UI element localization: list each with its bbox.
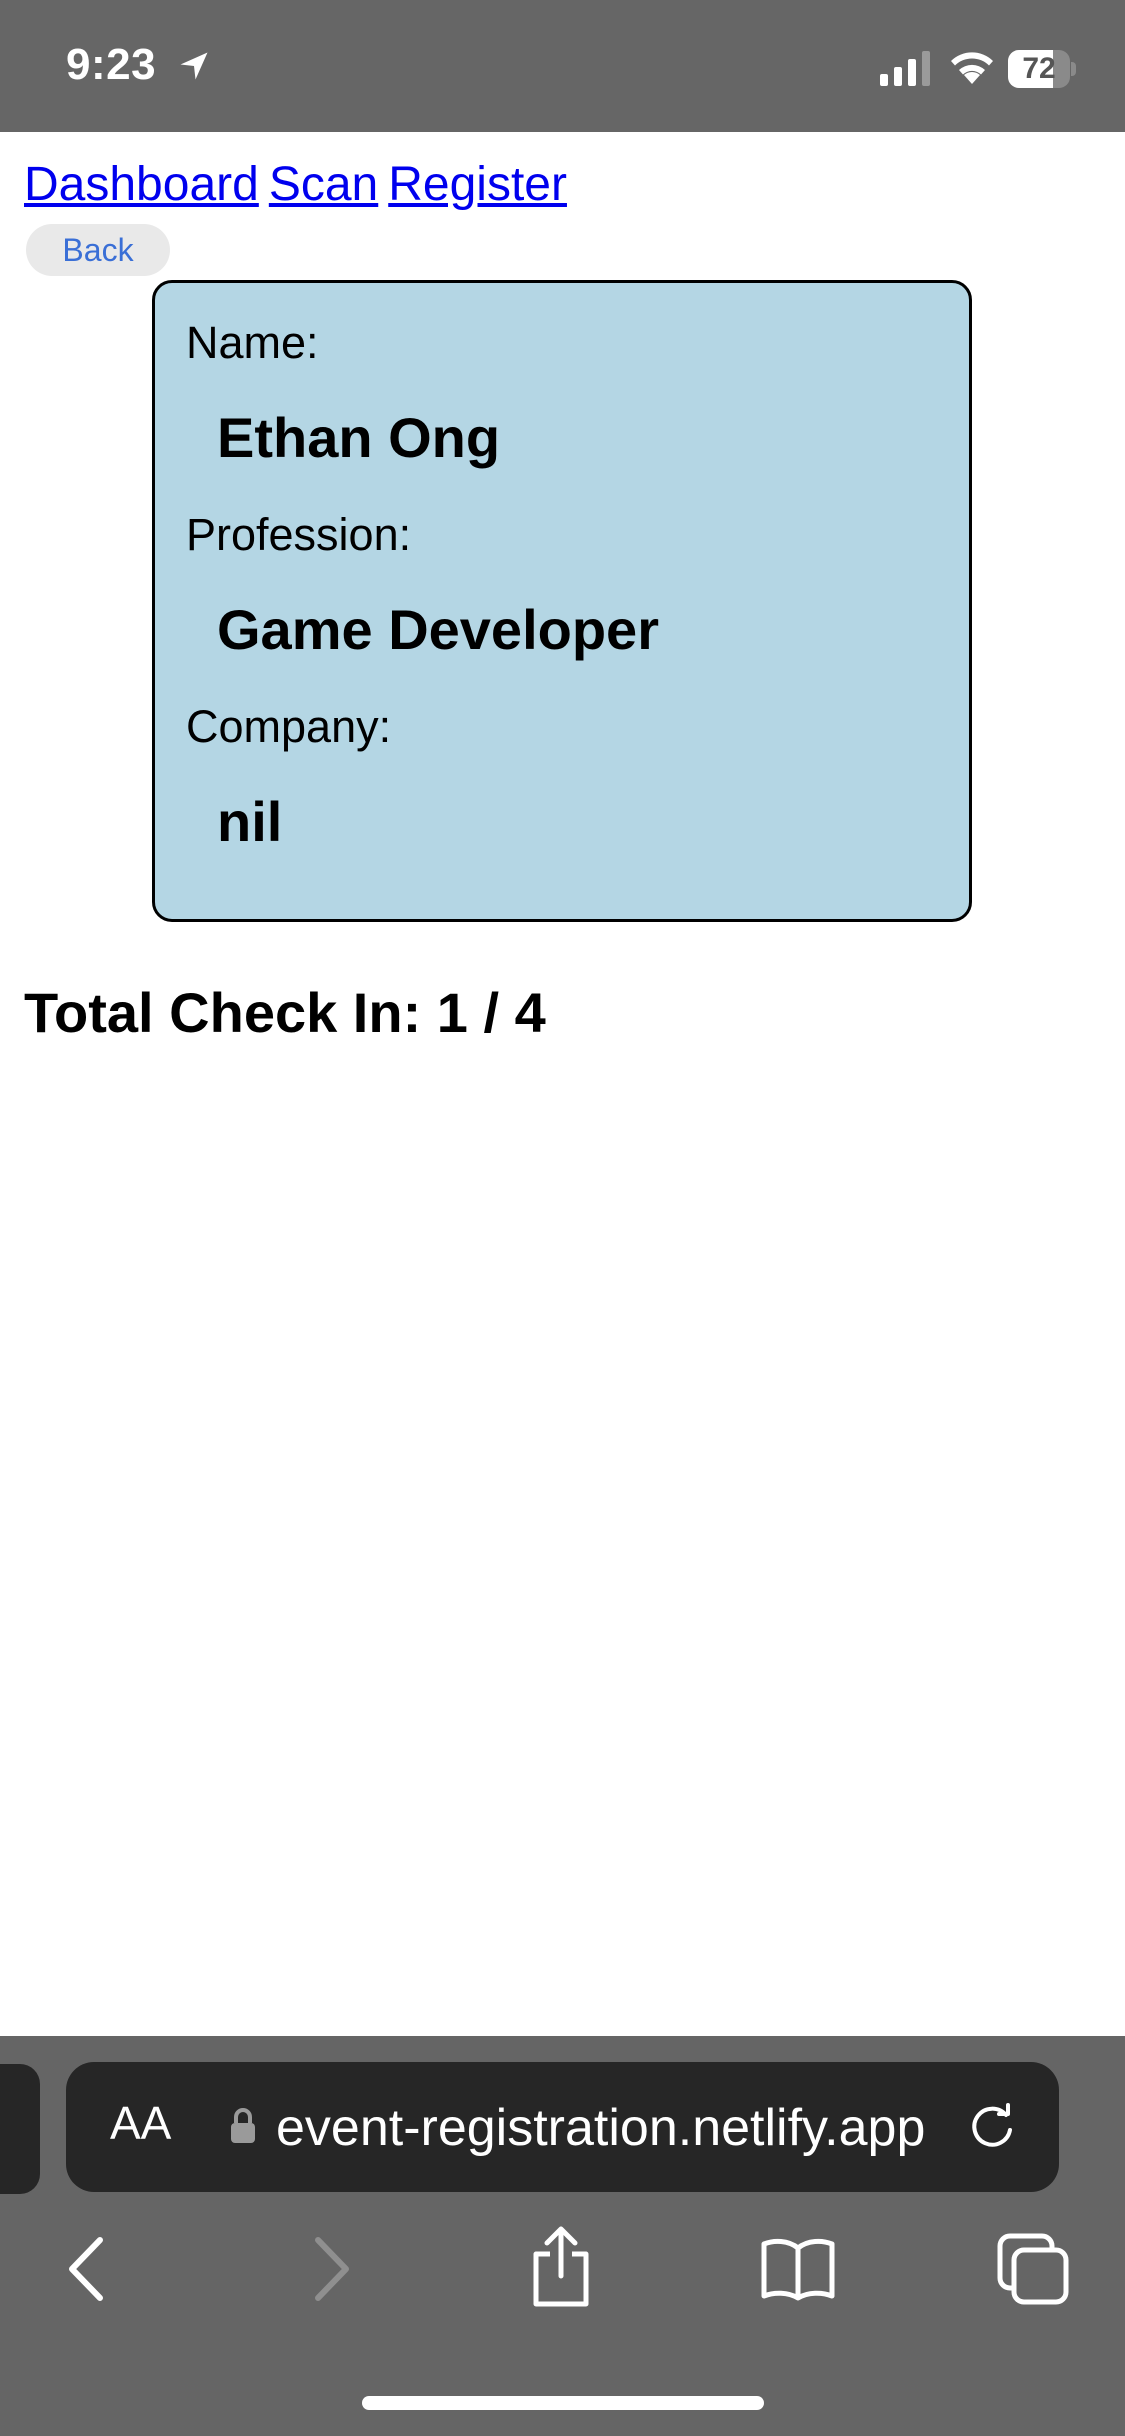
- home-indicator: [362, 2396, 764, 2410]
- reload-icon[interactable]: [966, 2100, 1018, 2152]
- profession-label: Profession:: [186, 509, 412, 560]
- back-arrow-icon[interactable]: [64, 2234, 110, 2304]
- address-bar[interactable]: AA event-registration.netlify.app: [66, 2062, 1059, 2192]
- forward-arrow-icon[interactable]: [308, 2234, 354, 2304]
- bookmarks-icon[interactable]: [760, 2236, 836, 2302]
- battery-level: 72: [1022, 52, 1056, 85]
- url-text[interactable]: event-registration.netlify.app: [276, 2098, 925, 2158]
- lock-icon: [231, 2108, 255, 2143]
- battery-icon: 72: [1008, 50, 1076, 88]
- wifi-icon: [951, 52, 993, 84]
- status-time: 9:23: [66, 40, 157, 89]
- text-size-button[interactable]: AA: [110, 2096, 171, 2150]
- text-size-label: AA: [110, 2097, 172, 2149]
- name-value: Ethan Ong: [217, 406, 501, 469]
- tabs-icon[interactable]: [996, 2232, 1070, 2306]
- company-value: nil: [217, 790, 283, 853]
- back-button[interactable]: Back: [26, 224, 170, 276]
- share-icon[interactable]: [530, 2224, 592, 2308]
- total-check-in: Total Check In: 1 / 4: [24, 981, 546, 1044]
- previous-tab-peek[interactable]: [0, 2064, 40, 2194]
- status-bar: 9:23 72: [0, 0, 1125, 132]
- attendee-card: Name: Ethan Ong Profession: Game Develop…: [152, 280, 972, 922]
- signal-icon: [880, 51, 930, 86]
- profession-value: Game Developer: [217, 598, 659, 661]
- nav-links: Dashboard Scan Register: [24, 155, 577, 215]
- location-arrow-icon: [180, 52, 208, 80]
- browser-toolbar: AA event-registration.netlify.app: [0, 2036, 1125, 2436]
- dashboard-link[interactable]: Dashboard: [24, 158, 259, 211]
- screen: 9:23 72 Dashboard Scan Register Back Nam…: [0, 0, 1125, 2436]
- company-label: Company:: [186, 701, 392, 752]
- name-label: Name:: [186, 317, 319, 368]
- register-link[interactable]: Register: [388, 158, 567, 211]
- scan-link[interactable]: Scan: [269, 158, 378, 211]
